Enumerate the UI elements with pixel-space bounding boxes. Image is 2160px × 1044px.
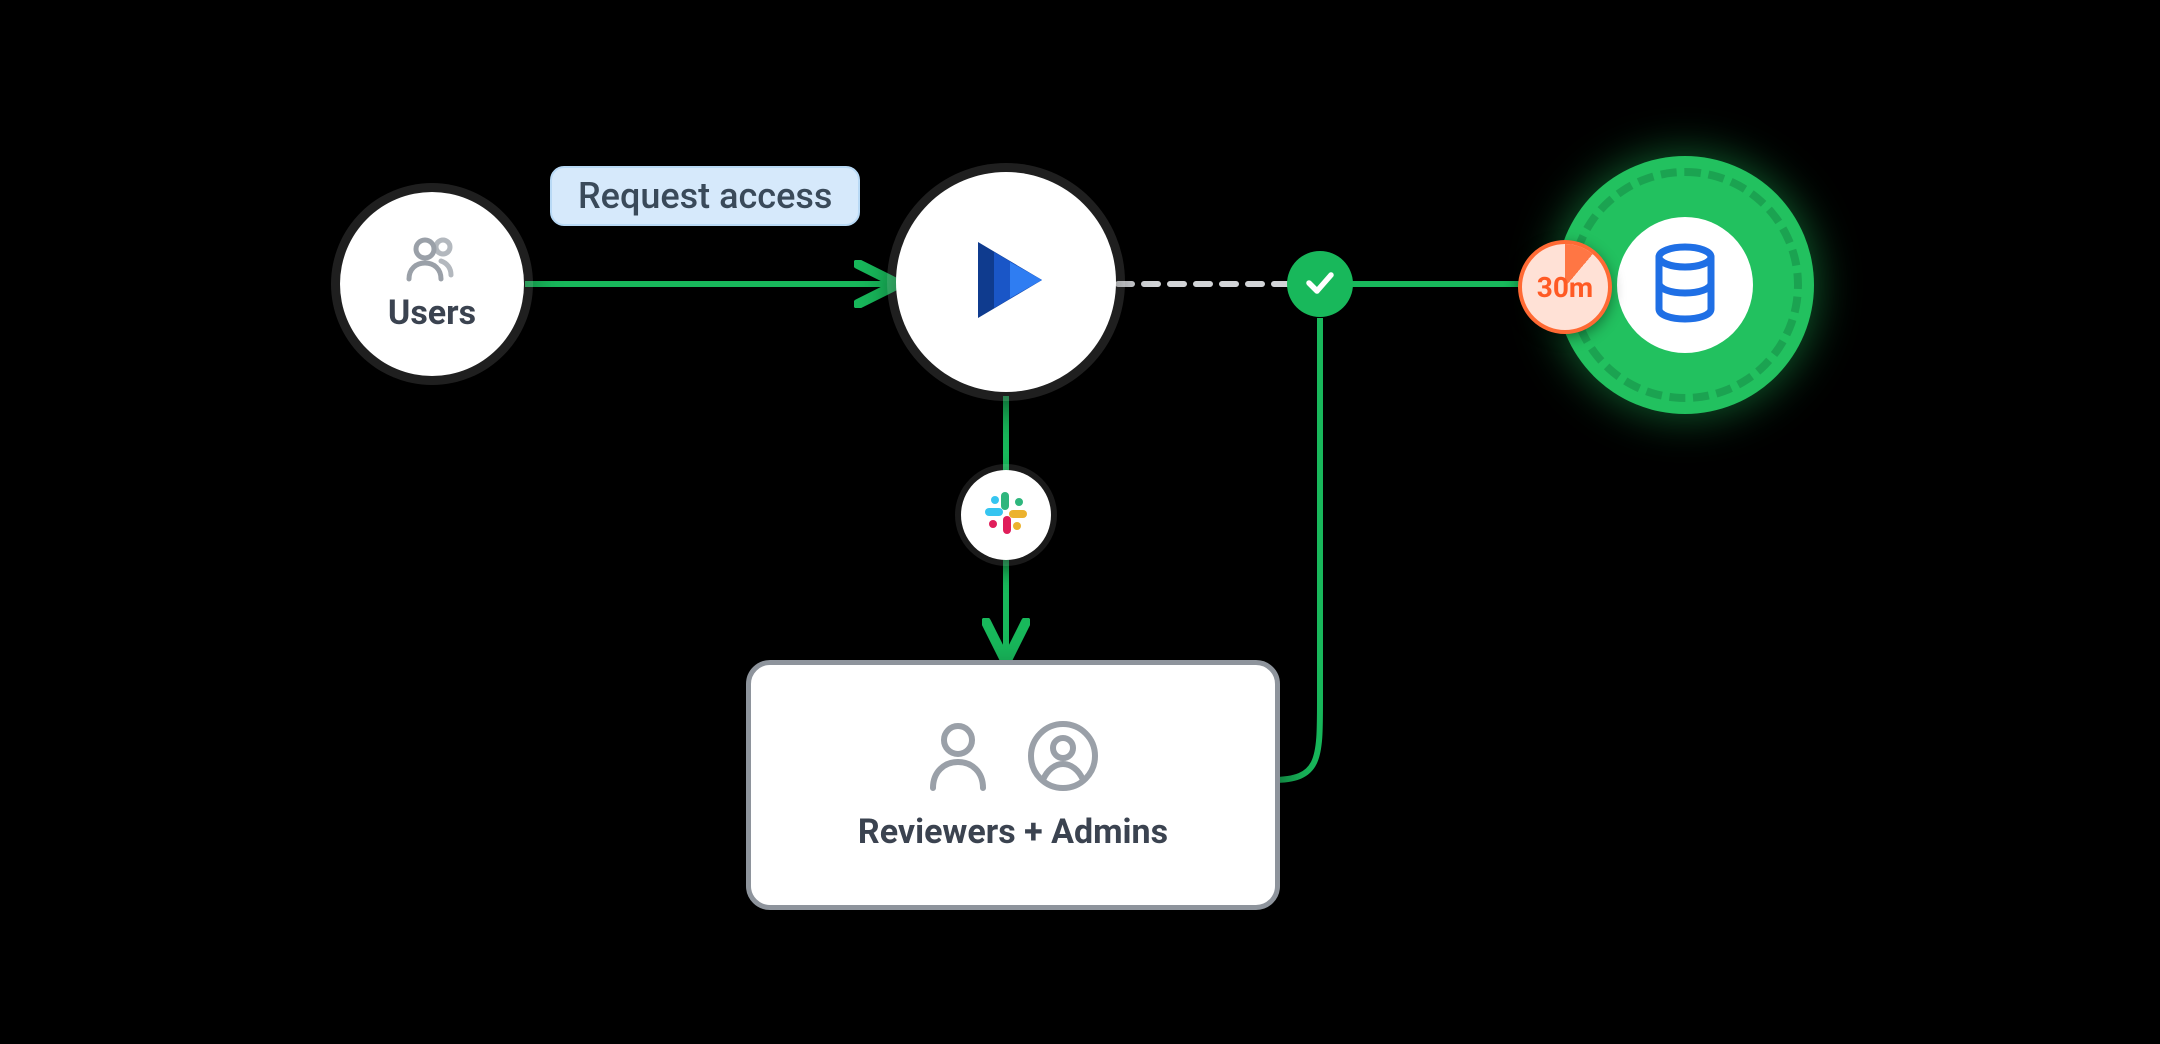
notification-relay-node	[961, 470, 1051, 560]
access-duration-label: 30m	[1537, 271, 1593, 304]
resource-node: 30m	[1556, 156, 1814, 414]
person-icon	[925, 720, 991, 796]
reviewers-node: Reviewers + Admins	[746, 660, 1280, 910]
users-icon	[403, 235, 461, 287]
database-icon	[1649, 243, 1721, 327]
request-access-pill: Request access	[550, 166, 860, 226]
access-request-flow-diagram: Users Request access	[0, 0, 2160, 1044]
checkmark-icon	[1302, 264, 1338, 304]
users-label: Users	[388, 293, 476, 333]
slack-icon	[981, 488, 1031, 542]
reviewers-label: Reviewers + Admins	[858, 812, 1168, 852]
orchestrator-node	[896, 172, 1116, 392]
account-circle-icon	[1025, 718, 1101, 798]
users-node: Users	[340, 192, 524, 376]
approval-node	[1287, 251, 1353, 317]
access-duration-badge: 30m	[1518, 240, 1612, 334]
play-logo-icon	[954, 228, 1058, 336]
